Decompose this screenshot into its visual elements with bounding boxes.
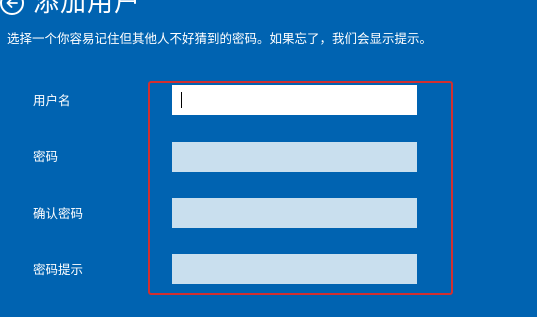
description-text: 选择一个你容易记住但其他人不好猜到的密码。如果忘了，我们会显示提示。 <box>7 31 433 46</box>
text-caret <box>181 92 182 108</box>
confirm-password-label: 确认密码 <box>33 206 84 221</box>
back-button[interactable] <box>0 0 24 15</box>
page-title: 添加用户 <box>33 0 142 18</box>
confirm-password-input[interactable] <box>172 198 417 228</box>
username-input[interactable] <box>172 85 417 115</box>
password-label: 密码 <box>33 149 59 164</box>
back-arrow-icon <box>6 0 18 8</box>
password-hint-input[interactable] <box>172 254 417 284</box>
password-hint-label: 密码提示 <box>33 262 84 277</box>
password-input[interactable] <box>172 142 417 172</box>
username-label: 用户名 <box>33 93 71 108</box>
